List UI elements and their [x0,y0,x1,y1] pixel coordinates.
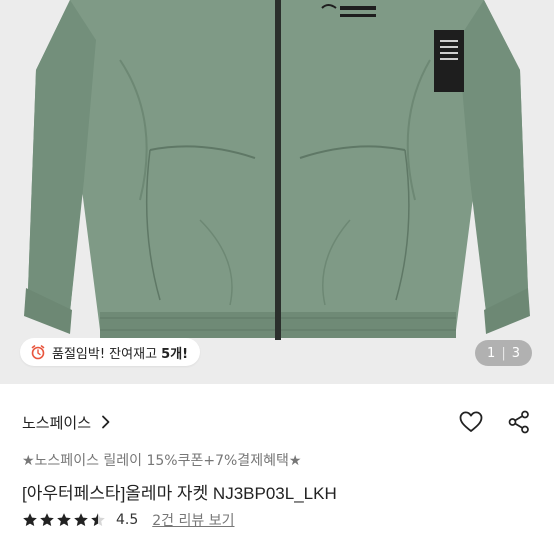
star-icon [91,513,105,526]
alarm-clock-icon [31,345,45,360]
star-icon [57,513,71,526]
page-separator: | [501,345,506,361]
product-title: [아우터페스타]올레마 자켓 NJ3BP03L_LKH [22,484,337,503]
chevron-right-icon [102,415,110,429]
current-page: 1 [487,345,496,361]
review-link[interactable]: 2건 리뷰 보기 [152,510,234,530]
low-stock-badge: 품절임박! 잔여재고 5개! [20,338,201,366]
product-actions [458,409,532,435]
stock-notice-text: 품절임박! 잔여재고 5개! [52,346,189,362]
star-icon [40,513,54,526]
heart-icon[interactable] [458,409,484,435]
star-icon [23,513,37,526]
promo-text: ★노스페이스 릴레이 15%쿠폰+7%결제혜택★ [22,453,302,469]
share-icon[interactable] [506,409,532,435]
product-image [24,0,530,340]
brand-link[interactable]: 노스페이스 [22,412,111,433]
rating-value: 4.5 [116,512,139,528]
image-page-indicator: 1 | 3 [475,340,532,366]
total-pages: 3 [511,345,520,361]
star-icon [74,513,88,526]
stock-count: 5개! [161,346,189,362]
product-image-gallery[interactable]: 품절임박! 잔여재고 5개! 1 | 3 [0,0,554,384]
brand-name: 노스페이스 [22,413,92,432]
rating-row: 4.5 2건 리뷰 보기 [22,510,234,530]
star-rating [22,512,106,528]
brand-row: 노스페이스 [22,405,532,439]
